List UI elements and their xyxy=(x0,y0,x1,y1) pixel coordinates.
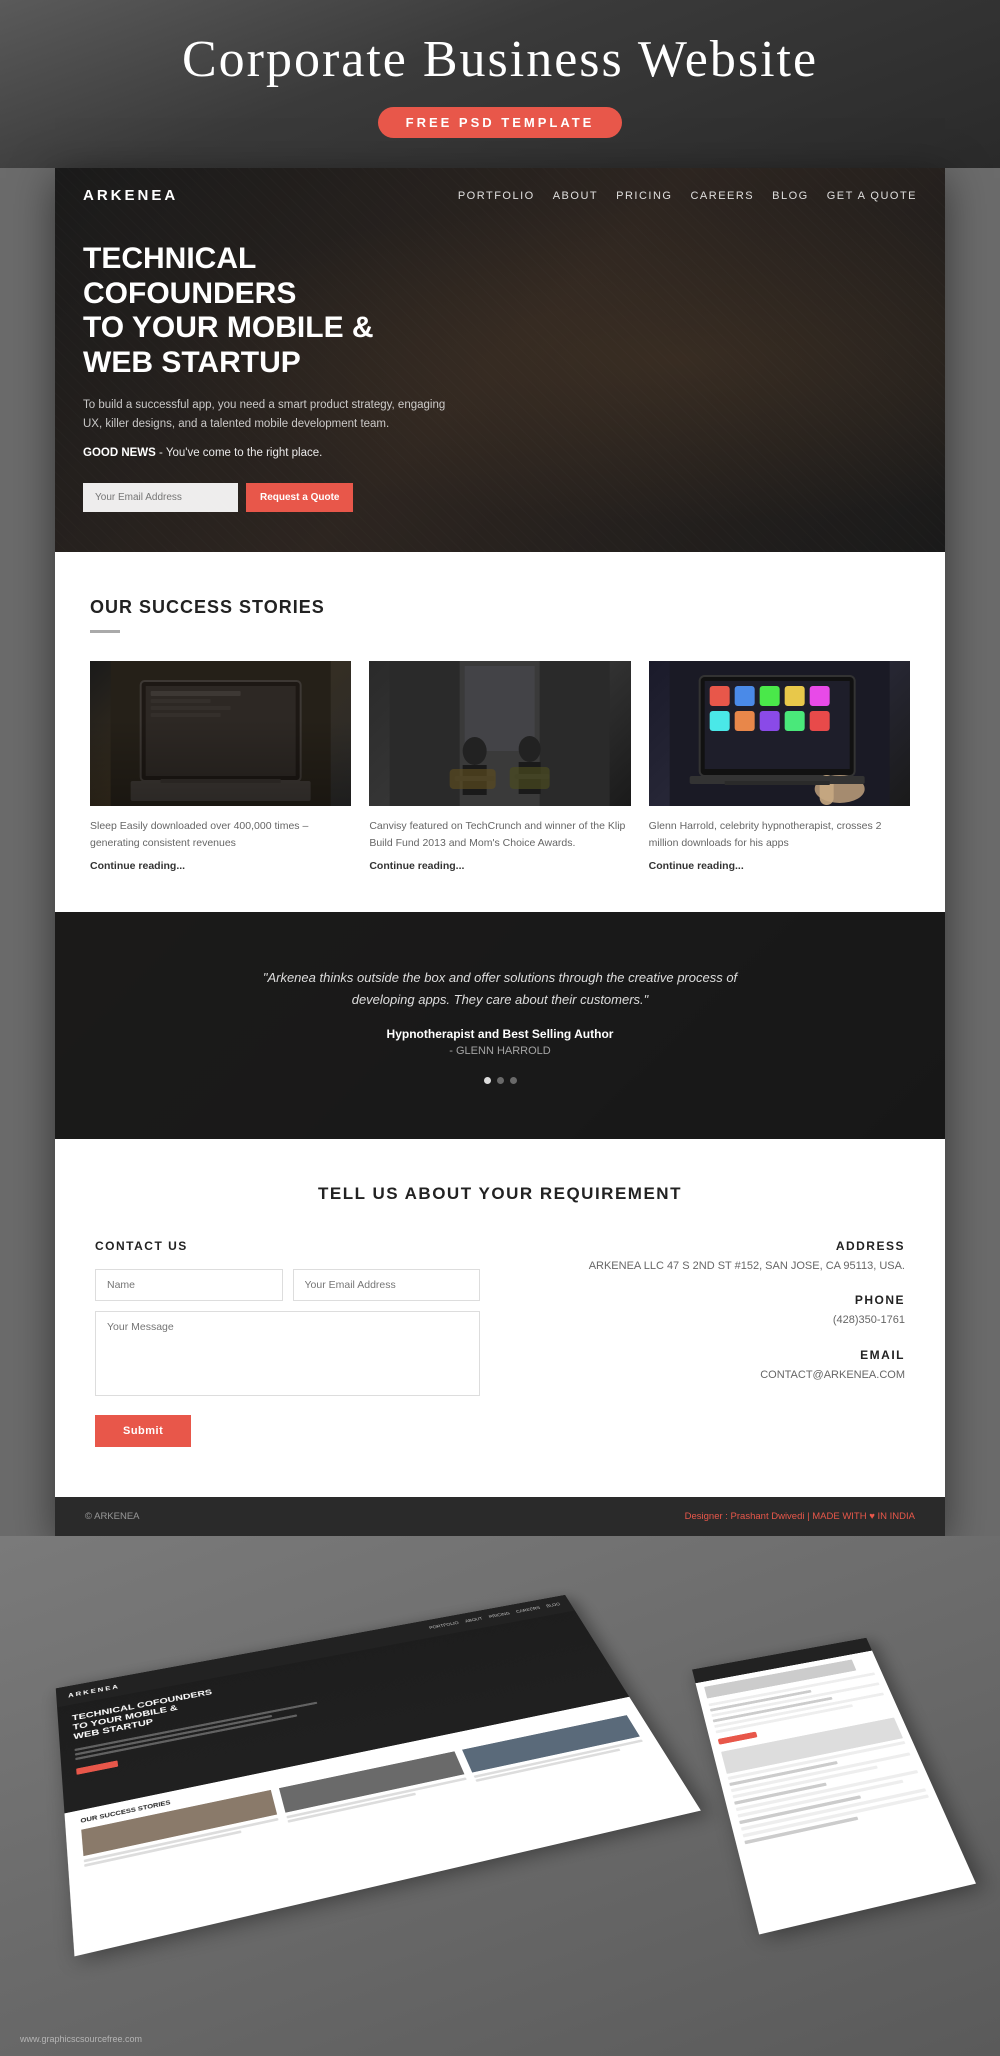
testimonial-dots xyxy=(95,1077,905,1084)
nav-careers[interactable]: CAREERS xyxy=(690,190,754,202)
contact-form-heading: CONTACT US xyxy=(95,1239,480,1253)
iso-main-page: ARKENEA PORTFOLIO ABOUT PRICING CAREERS … xyxy=(56,1595,701,1956)
nav-blog[interactable]: BLOG xyxy=(772,190,809,202)
hero-good-news: GOOD NEWS - You've come to the right pla… xyxy=(83,444,447,463)
dot-2[interactable] xyxy=(497,1077,504,1084)
hero-content: TECHNICAL COFOUNDERS TO YOUR MOBILE & WE… xyxy=(55,222,475,552)
hero-headline: TECHNICAL COFOUNDERS TO YOUR MOBILE & WE… xyxy=(83,242,447,380)
submit-button[interactable]: Submit xyxy=(95,1415,191,1447)
testimonial-author: Hypnotherapist and Best Selling Author xyxy=(95,1027,905,1041)
form-row-name-email xyxy=(95,1269,480,1301)
contact-form-area: CONTACT US Submit xyxy=(95,1239,480,1447)
story-image-3 xyxy=(649,661,910,806)
footer-copyright: © ARKENEA xyxy=(85,1511,140,1522)
phone-value: (428)350-1761 xyxy=(520,1312,905,1330)
email-value: CONTACT@ARKENEA.COM xyxy=(520,1367,905,1385)
success-stories-section: OUR SUCCESS STORIES xyxy=(55,552,945,912)
address-block: ADDRESS ARKENEA LLC 47 S 2ND ST #152, SA… xyxy=(520,1239,905,1276)
iso-right-page xyxy=(692,1637,976,1934)
story-desc-3: Glenn Harrold, celebrity hypnotherapist,… xyxy=(649,818,910,852)
phone-label: PHONE xyxy=(520,1293,905,1307)
section-divider xyxy=(90,630,120,633)
iso-container: ARKENEA PORTFOLIO ABOUT PRICING CAREERS … xyxy=(20,1566,980,1996)
page-title: Corporate Business Website xyxy=(20,30,980,89)
story-desc-2: Canvisy featured on TechCrunch and winne… xyxy=(369,818,630,852)
website-preview: ARKENEA PORTFOLIO ABOUT PRICING CAREERS … xyxy=(55,168,945,1536)
phone-block: PHONE (428)350-1761 xyxy=(520,1293,905,1330)
hero-form: Request a Quote xyxy=(83,483,447,512)
hero-section: ARKENEA PORTFOLIO ABOUT PRICING CAREERS … xyxy=(55,168,945,552)
dot-3[interactable] xyxy=(510,1077,517,1084)
success-heading: OUR SUCCESS STORIES xyxy=(90,597,910,618)
email-block: EMAIL CONTACT@ARKENEA.COM xyxy=(520,1348,905,1385)
email-input[interactable] xyxy=(83,483,238,512)
contact-heading: TELL US ABOUT YOUR REQUIREMENT xyxy=(95,1184,905,1204)
story-card-3: Glenn Harrold, celebrity hypnotherapist,… xyxy=(649,661,910,872)
contact-grid: CONTACT US Submit ADDRESS ARKENEA LLC 47… xyxy=(95,1239,905,1447)
message-input[interactable] xyxy=(95,1311,480,1396)
contact-section: TELL US ABOUT YOUR REQUIREMENT CONTACT U… xyxy=(55,1139,945,1497)
site-footer: © ARKENEA Designer : Prashant Dwivedi | … xyxy=(55,1497,945,1536)
hero-nav: ARKENEA PORTFOLIO ABOUT PRICING CAREERS … xyxy=(55,168,945,222)
stories-grid: Sleep Easily downloaded over 400,000 tim… xyxy=(90,661,910,872)
page-header: Corporate Business Website FREE PSD TEMP… xyxy=(0,0,1000,168)
free-badge: FREE PSD TEMPLATE xyxy=(378,107,623,138)
footer-credit: Designer : Prashant Dwivedi | MADE WITH … xyxy=(685,1511,915,1522)
dot-1[interactable] xyxy=(484,1077,491,1084)
bottom-url: www.graphicscsourcefree.com xyxy=(20,2034,142,2044)
contact-info-area: ADDRESS ARKENEA LLC 47 S 2ND ST #152, SA… xyxy=(520,1239,905,1447)
nav-portfolio[interactable]: PORTFOLIO xyxy=(458,190,535,202)
story-link-1[interactable]: Continue reading... xyxy=(90,860,351,872)
address-value: ARKENEA LLC 47 S 2ND ST #152, SAN JOSE, … xyxy=(520,1258,905,1276)
request-quote-button[interactable]: Request a Quote xyxy=(246,483,353,512)
nav-links: PORTFOLIO ABOUT PRICING CAREERS BLOG GET… xyxy=(458,186,917,204)
name-input[interactable] xyxy=(95,1269,283,1301)
story-link-3[interactable]: Continue reading... xyxy=(649,860,910,872)
testimonial-section: "Arkenea thinks outside the box and offe… xyxy=(55,912,945,1139)
nav-pricing[interactable]: PRICING xyxy=(616,190,672,202)
hero-body-text: To build a successful app, you need a sm… xyxy=(83,396,447,434)
address-label: ADDRESS xyxy=(520,1239,905,1253)
testimonial-quote: "Arkenea thinks outside the box and offe… xyxy=(240,967,760,1011)
story-desc-1: Sleep Easily downloaded over 400,000 tim… xyxy=(90,818,351,852)
email-label: EMAIL xyxy=(520,1348,905,1362)
story-link-2[interactable]: Continue reading... xyxy=(369,860,630,872)
story-card-1: Sleep Easily downloaded over 400,000 tim… xyxy=(90,661,351,872)
bottom-preview-section: ARKENEA PORTFOLIO ABOUT PRICING CAREERS … xyxy=(0,1536,1000,2056)
story-image-1 xyxy=(90,661,351,806)
nav-get-quote[interactable]: GET A QUOTE xyxy=(827,190,917,202)
nav-about[interactable]: ABOUT xyxy=(553,190,598,202)
contact-email-input[interactable] xyxy=(293,1269,481,1301)
site-logo: ARKENEA xyxy=(83,187,178,204)
story-image-2 xyxy=(369,661,630,806)
story-card-2: Canvisy featured on TechCrunch and winne… xyxy=(369,661,630,872)
testimonial-name: - GLENN HARROLD xyxy=(95,1045,905,1057)
